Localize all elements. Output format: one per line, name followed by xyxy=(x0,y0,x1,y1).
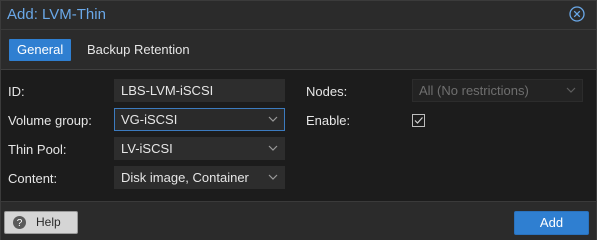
chevron-down-icon[interactable] xyxy=(566,87,576,94)
id-value: LBS-LVM-iSCSI xyxy=(121,83,214,98)
enable-label: Enable: xyxy=(306,113,351,128)
thin-pool-value: LV-iSCSI xyxy=(121,141,173,156)
check-icon xyxy=(414,117,423,124)
content-value: Disk image, Container xyxy=(121,170,249,185)
add-button[interactable]: Add xyxy=(514,211,589,235)
id-field[interactable]: LBS-LVM-iSCSI xyxy=(114,79,285,102)
volume-group-label: Volume group: xyxy=(8,113,92,128)
tab-bar: General Backup Retention xyxy=(1,30,596,70)
id-label: ID: xyxy=(8,84,25,99)
nodes-label: Nodes: xyxy=(306,84,348,99)
form-panel: ID: LBS-LVM-iSCSI Volume group: VG-iSCSI… xyxy=(1,70,596,201)
dialog-title: Add: LVM-Thin xyxy=(7,6,106,23)
svg-text:?: ? xyxy=(17,218,23,229)
content-select[interactable]: Disk image, Container xyxy=(114,166,285,189)
help-button[interactable]: ? Help xyxy=(4,211,78,234)
dialog-window: Add: LVM-Thin General Backup Retention I… xyxy=(0,0,597,240)
chevron-down-icon[interactable] xyxy=(268,116,278,123)
thin-pool-label: Thin Pool: xyxy=(8,142,67,157)
close-icon[interactable] xyxy=(569,6,585,22)
thin-pool-select[interactable]: LV-iSCSI xyxy=(114,137,285,160)
volume-group-select[interactable]: VG-iSCSI xyxy=(114,108,285,131)
nodes-select[interactable]: All (No restrictions) xyxy=(412,79,583,102)
title-bar: Add: LVM-Thin xyxy=(1,1,596,30)
dialog-footer: ? Help Add xyxy=(1,201,596,240)
chevron-down-icon[interactable] xyxy=(268,174,278,181)
tab-backup-retention[interactable]: Backup Retention xyxy=(79,39,198,61)
volume-group-value: VG-iSCSI xyxy=(121,112,178,127)
nodes-value: All (No restrictions) xyxy=(419,83,529,98)
enable-checkbox[interactable] xyxy=(412,114,425,127)
chevron-down-icon[interactable] xyxy=(268,145,278,152)
tab-general[interactable]: General xyxy=(9,39,72,61)
content-label: Content: xyxy=(8,171,58,186)
help-label: Help xyxy=(36,215,61,229)
question-circle-icon: ? xyxy=(13,216,26,229)
